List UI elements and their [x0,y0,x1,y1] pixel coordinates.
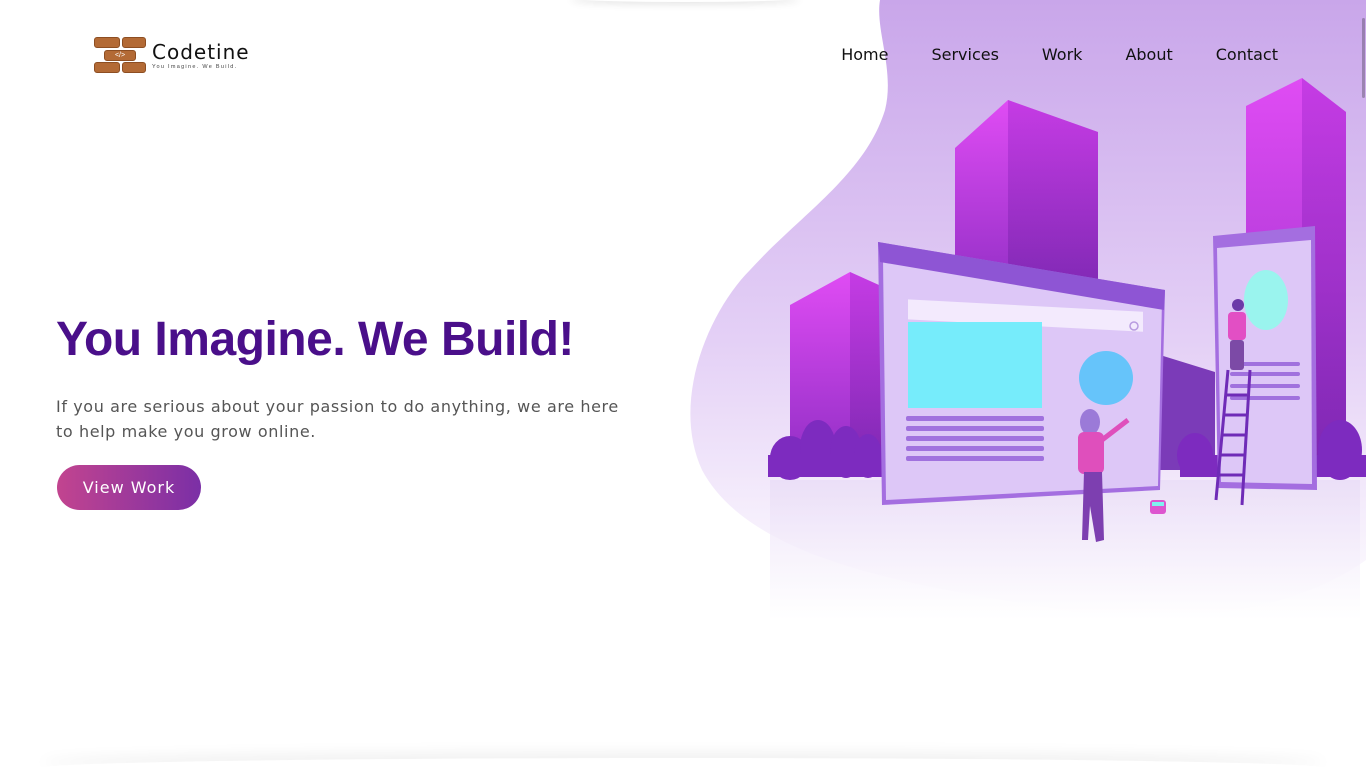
hero-illustration [690,0,1366,630]
nav-services[interactable]: Services [931,44,998,66]
hero-subtitle: If you are serious about your passion to… [56,397,619,441]
section-divider-shadow [40,758,1326,768]
logo-name: Codetine [152,39,250,64]
hero-title: You Imagine. We Build! [56,313,574,366]
nav-home[interactable]: Home [841,44,888,66]
view-work-button[interactable]: View Work [57,465,201,510]
code-glyph: </> [114,52,126,59]
main-nav: Home Services Work About Contact [841,44,1278,66]
page-scrollbar[interactable] [1360,0,1366,100]
scrollbar-thumb[interactable] [1361,18,1365,98]
logo-tagline: You Imagine. We Build. [152,63,238,70]
brick-wall-code-icon: </> [92,35,148,75]
nav-about[interactable]: About [1125,44,1172,66]
site-logo[interactable]: </> Codetine You Imagine. We Build. [92,34,262,76]
nav-contact[interactable]: Contact [1216,44,1278,66]
nav-work[interactable]: Work [1042,44,1083,66]
